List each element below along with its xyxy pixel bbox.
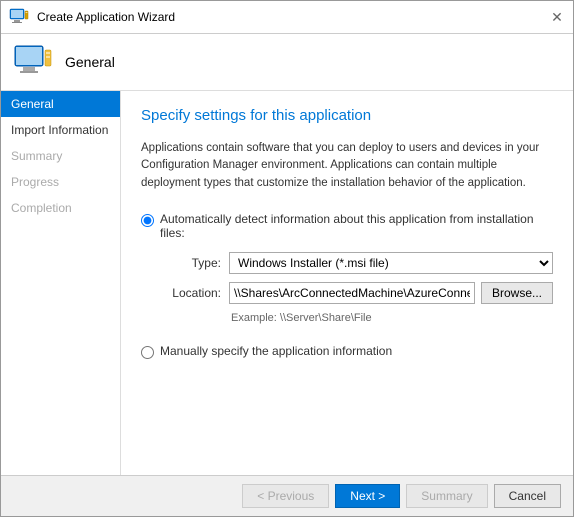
location-row: Location: Browse... <box>161 282 553 304</box>
title-bar-text: Create Application Wizard <box>37 10 175 24</box>
header-icon <box>13 42 53 82</box>
radio-auto-label: Automatically detect information about t… <box>160 212 553 240</box>
type-label: Type: <box>161 256 221 270</box>
radio-section: Automatically detect information about t… <box>141 212 553 359</box>
wizard-icon <box>9 7 29 27</box>
description-text: Applications contain software that you c… <box>141 140 553 192</box>
radio-manual-label: Manually specify the application informa… <box>160 344 392 358</box>
sidebar: General Import Information Summary Progr… <box>1 91 121 475</box>
location-label: Location: <box>161 286 221 300</box>
radio-auto-row: Automatically detect information about t… <box>141 212 553 240</box>
wizard-window: Create Application Wizard ✕ General Gene… <box>0 0 574 517</box>
location-input-row: Browse... <box>229 282 553 304</box>
type-select[interactable]: Windows Installer (*.msi file) <box>229 252 553 274</box>
page-title: Specify settings for this application <box>141 107 553 124</box>
radio-manual-specify[interactable] <box>141 346 154 359</box>
next-button[interactable]: Next > <box>335 484 400 508</box>
form-fields: Type: Windows Installer (*.msi file) Loc… <box>161 252 553 324</box>
sidebar-item-general[interactable]: General <box>1 91 120 117</box>
close-button[interactable]: ✕ <box>549 9 565 25</box>
title-bar: Create Application Wizard ✕ <box>1 1 573 34</box>
sidebar-item-summary: Summary <box>1 143 120 169</box>
type-row: Type: Windows Installer (*.msi file) <box>161 252 553 274</box>
sidebar-item-import-information[interactable]: Import Information <box>1 117 120 143</box>
wizard-header: General <box>1 34 573 91</box>
browse-button[interactable]: Browse... <box>481 282 553 304</box>
sidebar-item-completion: Completion <box>1 195 120 221</box>
location-input[interactable] <box>229 282 475 304</box>
sidebar-item-progress: Progress <box>1 169 120 195</box>
summary-button[interactable]: Summary <box>406 484 487 508</box>
title-bar-left: Create Application Wizard <box>9 7 175 27</box>
header-title: General <box>65 54 115 70</box>
cancel-button[interactable]: Cancel <box>494 484 561 508</box>
example-text: Example: \\Server\Share\File <box>231 312 553 324</box>
radio-auto-detect[interactable] <box>141 214 154 227</box>
main-panel: Specify settings for this application Ap… <box>121 91 573 475</box>
footer: < Previous Next > Summary Cancel <box>1 475 573 516</box>
radio-manual-row: Manually specify the application informa… <box>141 344 553 359</box>
previous-button[interactable]: < Previous <box>242 484 329 508</box>
content-area: General Import Information Summary Progr… <box>1 91 573 475</box>
